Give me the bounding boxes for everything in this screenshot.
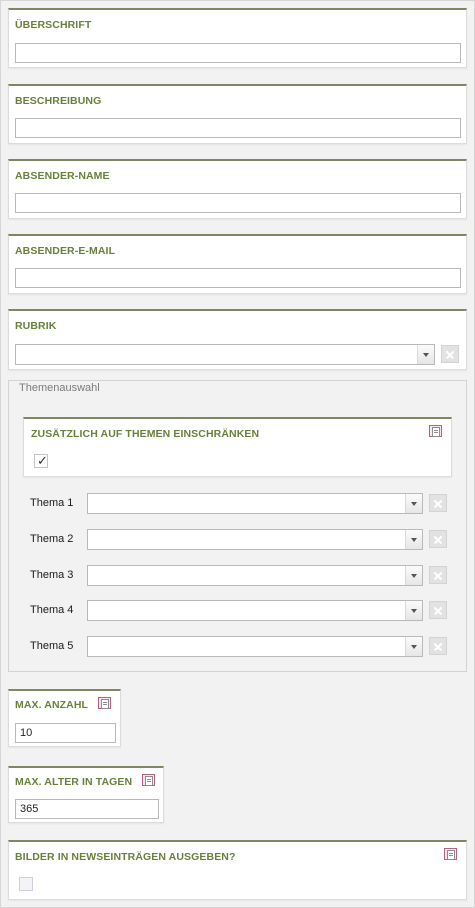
thema-5-select[interactable] bbox=[87, 636, 423, 657]
panel-max-alter: MAX. ALTER IN TAGEN bbox=[8, 766, 164, 823]
thema-3-label: Thema 3 bbox=[30, 569, 74, 581]
thema-5-label: Thema 5 bbox=[30, 640, 74, 652]
checkmark-icon: ✓ bbox=[37, 453, 48, 468]
panel-bilder: BILDER IN NEWSEINTRÄGEN AUSGEBEN? bbox=[8, 840, 467, 900]
thema-3-select[interactable] bbox=[87, 565, 423, 586]
chevron-down-icon[interactable] bbox=[405, 530, 422, 549]
clear-x-icon[interactable] bbox=[429, 530, 447, 548]
thema-4-label: Thema 4 bbox=[30, 604, 74, 616]
clear-x-icon[interactable] bbox=[429, 601, 447, 619]
help-document-icon[interactable] bbox=[98, 697, 111, 709]
beschreibung-input[interactable] bbox=[15, 118, 461, 138]
chevron-down-icon[interactable] bbox=[405, 637, 422, 656]
absender-email-input[interactable] bbox=[15, 268, 461, 288]
max-anzahl-input[interactable] bbox=[15, 723, 116, 743]
chevron-down-icon[interactable] bbox=[405, 601, 422, 620]
label-ueberschrift: ÜBERSCHRIFT bbox=[15, 19, 92, 31]
clear-x-icon[interactable] bbox=[441, 345, 459, 363]
thema-1-select[interactable] bbox=[87, 493, 423, 514]
panel-absender-name: ABSENDER-NAME bbox=[8, 159, 467, 219]
label-absender-email: ABSENDER-E-MAIL bbox=[15, 245, 116, 257]
clear-x-icon[interactable] bbox=[429, 566, 447, 584]
panel-themen-restrict: ZUSÄTZLICH AUF THEMEN EINSCHRÄNKEN ✓ bbox=[23, 417, 452, 477]
thema-4-select[interactable] bbox=[87, 600, 423, 621]
themen-restrict-checkbox[interactable]: ✓ bbox=[34, 453, 48, 468]
chevron-down-icon[interactable] bbox=[417, 345, 434, 364]
ueberschrift-input[interactable] bbox=[15, 43, 461, 63]
chevron-down-icon[interactable] bbox=[405, 566, 422, 585]
help-document-icon[interactable] bbox=[429, 425, 442, 437]
label-max-alter: MAX. ALTER IN TAGEN bbox=[15, 776, 133, 788]
panel-absender-email: ABSENDER-E-MAIL bbox=[8, 234, 467, 294]
themenauswahl-legend: Themenauswahl bbox=[16, 382, 103, 394]
clear-x-icon[interactable] bbox=[429, 494, 447, 512]
label-rubrik: RUBRIK bbox=[15, 320, 57, 332]
thema-1-label: Thema 1 bbox=[30, 497, 74, 509]
absender-name-input[interactable] bbox=[15, 193, 461, 213]
label-beschreibung: BESCHREIBUNG bbox=[15, 95, 102, 107]
help-document-icon[interactable] bbox=[444, 848, 457, 860]
max-alter-input[interactable] bbox=[15, 799, 159, 819]
panel-rubrik: RUBRIK bbox=[8, 309, 467, 370]
help-document-icon[interactable] bbox=[142, 774, 155, 786]
panel-beschreibung: BESCHREIBUNG bbox=[8, 84, 467, 144]
label-bilder: BILDER IN NEWSEINTRÄGEN AUSGEBEN? bbox=[15, 851, 236, 863]
label-themen-restrict: ZUSÄTZLICH AUF THEMEN EINSCHRÄNKEN bbox=[31, 428, 260, 440]
panel-ueberschrift: ÜBERSCHRIFT bbox=[8, 8, 467, 68]
bilder-checkbox[interactable] bbox=[19, 877, 33, 891]
panel-max-anzahl: MAX. ANZAHL bbox=[8, 689, 121, 747]
rubrik-select[interactable] bbox=[15, 344, 435, 365]
thema-2-label: Thema 2 bbox=[30, 533, 74, 545]
label-max-anzahl: MAX. ANZAHL bbox=[15, 699, 89, 711]
chevron-down-icon[interactable] bbox=[405, 494, 422, 513]
label-absender-name: ABSENDER-NAME bbox=[15, 170, 110, 182]
clear-x-icon[interactable] bbox=[429, 637, 447, 655]
thema-2-select[interactable] bbox=[87, 529, 423, 550]
